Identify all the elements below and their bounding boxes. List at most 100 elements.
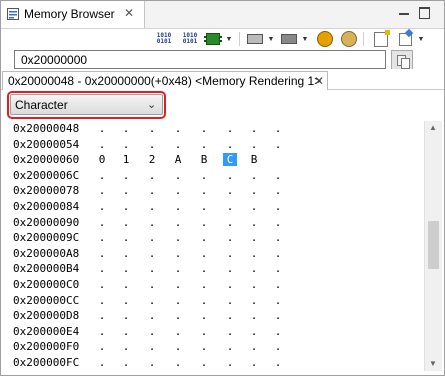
memory-cell[interactable]: . [95,231,109,244]
memory-cell[interactable]: . [271,247,285,260]
memory-cell[interactable]: . [223,231,237,244]
memory-cell[interactable]: . [145,356,159,369]
memory-cell[interactable]: . [197,356,211,369]
scrollbar-thumb[interactable] [428,221,439,269]
memory-cell[interactable]: . [145,216,159,229]
close-icon[interactable]: ✕ [314,74,324,88]
close-icon[interactable]: ✕ [124,6,134,20]
memory-cell[interactable]: . [95,325,109,338]
memory-cell[interactable]: . [95,216,109,229]
memory-cell[interactable]: . [145,122,159,135]
memory-cell[interactable]: . [247,262,261,275]
memory-cell[interactable]: . [197,340,211,353]
vertical-scrollbar[interactable]: ▲ ▼ [424,121,442,371]
memory-cell[interactable]: . [197,200,211,213]
memory-cell[interactable]: . [171,231,185,244]
memory-cell[interactable]: . [95,247,109,260]
pin-icon[interactable] [397,31,413,47]
memory-cell[interactable]: . [223,216,237,229]
import-icon[interactable]: 1010 0101 [155,31,173,47]
go-to-address-button[interactable] [391,50,413,70]
memory-cell[interactable]: . [119,122,133,135]
memory-cell[interactable]: C [223,153,237,167]
memory-cell[interactable]: . [145,138,159,151]
memory-cell[interactable]: . [247,184,261,197]
memory-cell[interactable]: . [171,340,185,353]
memory-cell[interactable]: . [271,340,285,353]
memory-cell[interactable]: . [171,309,185,322]
memory-cell[interactable]: . [247,200,261,213]
memory-cell[interactable]: . [223,294,237,307]
maximize-icon[interactable] [419,7,430,19]
memory-cell[interactable]: . [247,216,261,229]
memory-cell[interactable]: . [247,231,261,244]
memory-cell[interactable]: . [197,309,211,322]
address-input[interactable]: 0x20000000 [14,50,386,69]
dropdown-arrow-icon[interactable]: ▼ [225,31,233,47]
memory-cell[interactable]: . [171,169,185,182]
memory-cell[interactable]: . [119,278,133,291]
memory-cell[interactable]: . [223,200,237,213]
memory-cell[interactable]: . [197,278,211,291]
memory-cell[interactable]: 1 [119,153,133,166]
memory-monitor-icon[interactable] [281,31,297,47]
memory-cell[interactable]: . [119,340,133,353]
go-back-icon[interactable] [317,31,333,47]
memory-cell[interactable]: . [95,122,109,135]
memory-cell[interactable]: . [223,356,237,369]
memory-cell[interactable]: . [247,247,261,260]
memory-cell[interactable]: . [145,231,159,244]
memory-cell[interactable]: . [119,262,133,275]
memory-cell[interactable]: . [223,309,237,322]
memory-cell[interactable]: 2 [145,153,159,166]
memory-cell[interactable]: . [145,309,159,322]
memory-cell[interactable]: . [119,169,133,182]
memory-cell[interactable]: . [145,200,159,213]
memory-cell[interactable]: . [197,138,211,151]
memory-cell[interactable]: 0 [95,153,109,166]
memory-cell[interactable]: . [223,325,237,338]
memory-cell[interactable]: . [271,262,285,275]
memory-cell[interactable]: . [95,356,109,369]
memory-cell[interactable]: . [247,138,261,151]
memory-cell[interactable]: . [271,294,285,307]
memory-cell[interactable]: . [171,294,185,307]
memory-rendering-tab[interactable]: 0x20000048 - 0x20000000(+0x48) <Memory R… [2,71,328,90]
memory-cell[interactable]: . [171,278,185,291]
memory-cell[interactable]: . [145,262,159,275]
memory-cell[interactable]: . [271,356,285,369]
memory-cell[interactable]: . [247,122,261,135]
memory-cell[interactable]: . [223,247,237,260]
memory-cell[interactable]: . [197,294,211,307]
memory-cell[interactable]: . [247,309,261,322]
memory-cell[interactable]: . [197,247,211,260]
memory-browser-tab[interactable]: Memory Browser ✕ [1,1,145,28]
memory-cell[interactable]: . [119,247,133,260]
memory-cell[interactable]: . [223,169,237,182]
memory-cell[interactable]: . [145,247,159,260]
memory-cell[interactable]: . [145,169,159,182]
memory-cell[interactable]: . [145,184,159,197]
memory-cell[interactable]: . [95,262,109,275]
dropdown-arrow-icon[interactable]: ▼ [267,31,275,47]
memory-cell[interactable]: . [223,262,237,275]
memory-cell[interactable]: . [247,325,261,338]
memory-cell[interactable]: . [171,122,185,135]
memory-cell[interactable]: . [271,184,285,197]
memory-cell[interactable]: . [95,200,109,213]
memory-cell[interactable]: . [145,278,159,291]
memory-cell[interactable]: . [171,247,185,260]
memory-cell[interactable]: . [271,200,285,213]
memory-cell[interactable]: A [171,153,185,166]
memory-cell[interactable]: . [119,294,133,307]
minimize-icon[interactable] [399,13,409,15]
scroll-down-icon[interactable]: ▼ [429,359,437,368]
memory-cell[interactable]: . [119,356,133,369]
memory-cell[interactable]: . [247,356,261,369]
memory-cell[interactable]: . [223,122,237,135]
memory-cell[interactable]: . [145,294,159,307]
memory-cell[interactable]: . [197,262,211,275]
memory-cell[interactable]: . [197,184,211,197]
memory-cell[interactable]: . [271,278,285,291]
go-forward-icon[interactable] [341,31,357,47]
